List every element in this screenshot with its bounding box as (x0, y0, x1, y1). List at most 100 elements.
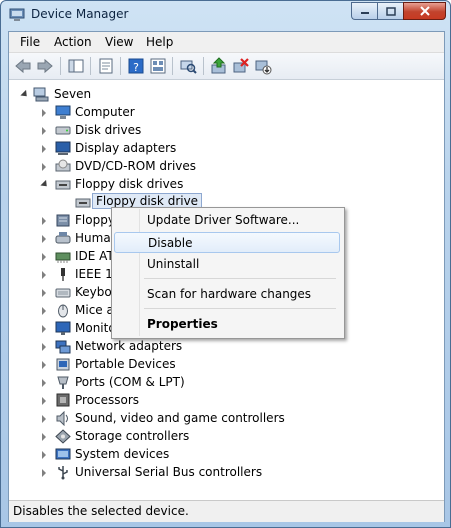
tree-item[interactable]: Mice ar (9, 302, 119, 320)
close-button[interactable] (403, 2, 446, 20)
tree-item[interactable]: IEEE 139 (9, 266, 128, 284)
expand-arrow-icon[interactable] (40, 288, 49, 297)
tree-item-label: Universal Serial Bus controllers (75, 465, 263, 479)
caption-buttons (351, 2, 446, 21)
expand-arrow-icon[interactable] (40, 396, 49, 405)
menu-action[interactable]: Action (54, 35, 92, 49)
expand-arrow-icon[interactable] (40, 108, 49, 117)
tree-item[interactable]: Computer (9, 104, 409, 122)
tree-item[interactable]: Processors (9, 392, 409, 410)
expand-arrow-icon[interactable] (40, 414, 49, 423)
collapse-arrow-icon[interactable] (20, 90, 29, 99)
tree-item[interactable]: Portable Devices (9, 356, 409, 374)
tree-item-label: Computer (75, 105, 135, 119)
expand-arrow-icon[interactable] (40, 252, 49, 261)
expand-arrow-icon[interactable] (40, 126, 49, 135)
tree-item-label: System devices (75, 447, 170, 461)
expand-arrow-icon[interactable] (40, 450, 49, 459)
properties-icon[interactable] (97, 57, 115, 75)
update-driver-icon[interactable] (210, 57, 228, 75)
tree-item[interactable]: Keyboa (9, 284, 119, 302)
tree-root[interactable]: Seven (9, 86, 209, 104)
tree-item[interactable]: Floppy disk drives (9, 176, 409, 194)
view-icon[interactable] (149, 57, 167, 75)
tree-item[interactable]: Monito (9, 320, 119, 338)
tree-item[interactable]: Disk drives (9, 122, 409, 140)
tree-item-label: Portable Devices (75, 357, 176, 371)
tree-item[interactable]: Sound, video and game controllers (9, 410, 409, 428)
floppy-controller-icon (56, 214, 70, 227)
menu-disable[interactable]: Disable (114, 232, 340, 253)
tree-item-label: Processors (75, 393, 140, 407)
minimize-button[interactable] (351, 2, 377, 20)
tree-item-label: Sound, video and game controllers (75, 411, 285, 425)
title-bar[interactable]: Device Manager (1, 1, 450, 31)
scan-hardware-icon[interactable] (179, 57, 197, 75)
tree-item[interactable]: Display adapters (9, 140, 409, 158)
device-manager-icon (9, 8, 25, 21)
show-hide-console-tree-icon[interactable] (67, 57, 85, 75)
expand-arrow-icon[interactable] (40, 144, 49, 153)
toolbar: ? (9, 53, 444, 80)
keyboard-icon (55, 288, 71, 298)
tree-item[interactable]: IDE ATA (9, 248, 121, 266)
monitor-icon (55, 321, 71, 335)
menu-uninstall[interactable]: Uninstall (114, 254, 340, 275)
expand-arrow-icon[interactable] (40, 432, 49, 441)
menu-file[interactable]: File (20, 35, 40, 49)
tree-item[interactable]: Floppy (9, 212, 119, 230)
tree-item-label: Floppy disk drives (75, 177, 184, 191)
tree-item[interactable]: System devices (9, 446, 409, 464)
menu-scan-hardware[interactable]: Scan for hardware changes (114, 284, 340, 305)
window-title: Device Manager (31, 7, 129, 21)
hid-icon (55, 232, 71, 244)
expand-arrow-icon[interactable] (40, 360, 49, 369)
menu-update-driver-label: Update Driver Software... (147, 213, 300, 227)
expand-arrow-icon[interactable] (40, 270, 49, 279)
tree-item[interactable]: Universal Serial Bus controllers (9, 464, 409, 482)
processor-icon (56, 393, 70, 407)
menu-properties[interactable]: Properties (114, 314, 340, 335)
expand-arrow-icon[interactable] (40, 468, 49, 477)
menu-view[interactable]: View (105, 35, 133, 49)
sound-icon (56, 411, 68, 426)
tree-item-label: Display adapters (75, 141, 177, 155)
status-text: Disables the selected device. (13, 504, 189, 518)
expand-arrow-icon[interactable] (40, 324, 49, 333)
ieee1394-icon (61, 268, 65, 281)
disable-icon[interactable] (254, 57, 272, 75)
collapse-arrow-icon[interactable] (40, 180, 49, 189)
tree-item[interactable]: Storage controllers (9, 428, 409, 446)
tree-item[interactable]: Ports (COM & LPT) (9, 374, 409, 392)
tree-item[interactable]: DVD/CD-ROM drives (9, 158, 409, 176)
usb-icon (58, 466, 68, 480)
tree-item[interactable]: Human (9, 230, 119, 248)
network-adapter-icon (55, 340, 71, 354)
expand-arrow-icon[interactable] (40, 234, 49, 243)
tree-item[interactable]: Network adapters (9, 338, 409, 356)
tree-item-label: DVD/CD-ROM drives (75, 159, 197, 173)
floppy-drive-icon (55, 180, 71, 190)
back-icon[interactable] (14, 57, 32, 75)
tree-item-label: Monito (75, 321, 116, 335)
menu-update-driver[interactable]: Update Driver Software... (114, 210, 340, 231)
help-icon[interactable]: ? (127, 57, 145, 75)
minimize-icon (360, 12, 369, 14)
floppy-device-icon (75, 198, 91, 208)
menu-help[interactable]: Help (146, 35, 173, 49)
toolbar-separator (90, 57, 91, 75)
expand-arrow-icon[interactable] (40, 162, 49, 171)
uninstall-icon[interactable] (232, 57, 250, 75)
expand-arrow-icon[interactable] (40, 378, 49, 387)
toolbar-separator (172, 57, 173, 75)
tree-item-label: Disk drives (75, 123, 142, 137)
maximize-button[interactable] (377, 2, 403, 20)
toolbar-separator (203, 57, 204, 75)
forward-icon[interactable] (36, 57, 54, 75)
expand-arrow-icon[interactable] (40, 342, 49, 351)
expand-arrow-icon[interactable] (40, 216, 49, 225)
expand-arrow-icon[interactable] (40, 306, 49, 315)
ide-controller-icon (55, 252, 71, 263)
menu-scan-label: Scan for hardware changes (147, 287, 312, 301)
dvd-drive-icon (55, 159, 71, 172)
